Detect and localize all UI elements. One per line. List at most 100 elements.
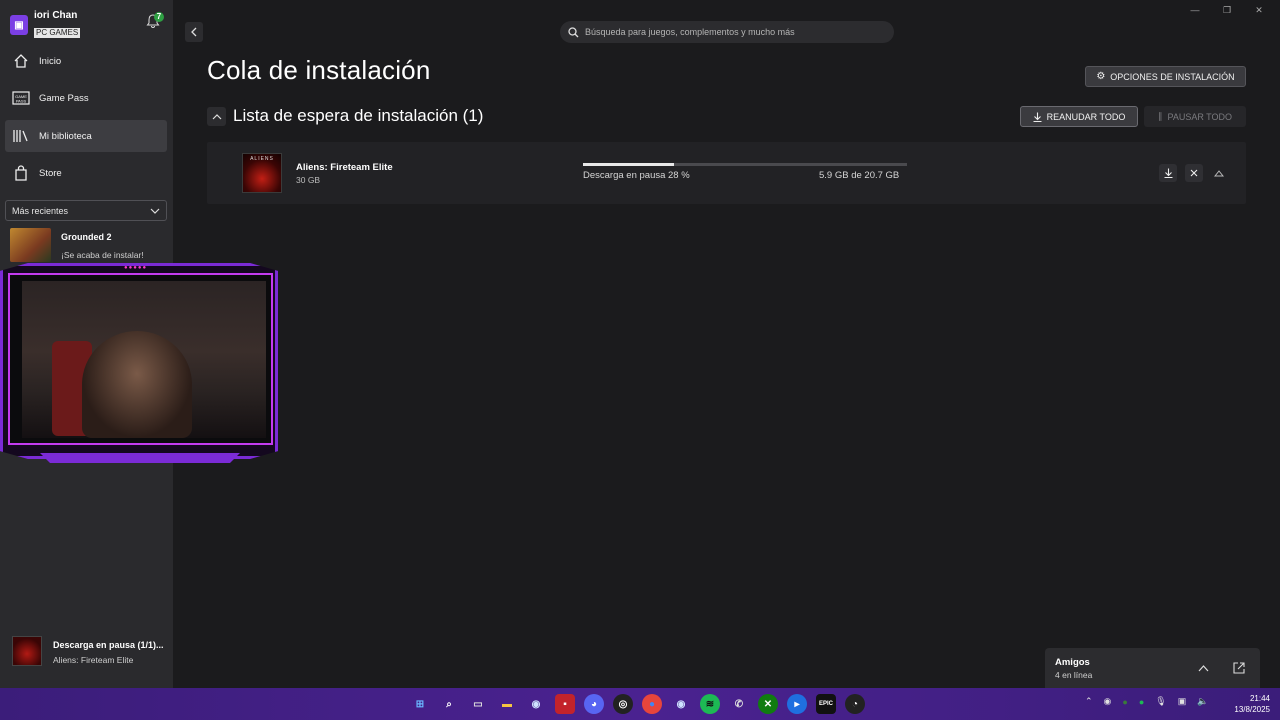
resume-all-label: REANUDAR TODO: [1046, 111, 1126, 122]
search-icon[interactable]: ⌕: [439, 694, 459, 714]
search-input[interactable]: [585, 27, 885, 37]
sort-selected-value: Más recientes: [12, 205, 69, 216]
pause-all-button[interactable]: ∥ PAUSAR TODO: [1144, 106, 1246, 127]
microphone-icon[interactable]: 🎙: [1155, 696, 1166, 707]
pop-out-icon[interactable]: [1233, 662, 1245, 674]
user-tier-badge: PC GAMES: [34, 28, 81, 38]
chevron-up-icon[interactable]: ⌃: [1085, 696, 1093, 707]
spotify-tray-icon[interactable]: ●: [1139, 697, 1144, 707]
friends-panel[interactable]: Amigos 4 en línea: [1045, 648, 1260, 688]
webcam-inner-frame: [8, 273, 273, 445]
queue-item[interactable]: ALIENS Aliens: Fireteam Elite 30 GB Desc…: [207, 142, 1246, 204]
task-view-icon[interactable]: ▭: [468, 694, 488, 714]
whatsapp-icon[interactable]: ✆: [729, 694, 749, 714]
game-thumbnail: [12, 636, 42, 666]
resume-all-button[interactable]: REANUDAR TODO: [1020, 106, 1138, 127]
sidebar-item-label: Game Pass: [39, 92, 89, 104]
library-icon: [12, 127, 30, 145]
resume-download-button[interactable]: [1159, 164, 1177, 182]
xbox-icon[interactable]: ✕: [758, 694, 778, 714]
frame-decoration: ●●●●●: [124, 265, 148, 271]
notifications-button[interactable]: 7: [146, 12, 164, 30]
game-thumbnail: [10, 228, 51, 262]
collapse-section-button[interactable]: [207, 107, 226, 126]
window-controls: — ❐ ✕: [1186, 5, 1268, 17]
obs-studio-icon[interactable]: ◔: [845, 694, 865, 714]
gamepass-icon: GAME PASS: [12, 89, 30, 107]
download-progress-fill: [583, 163, 674, 166]
download-icon: [1033, 112, 1042, 122]
obs-icon[interactable]: ◎: [613, 694, 633, 714]
download-status-title: Descarga en pausa (1/1)...: [53, 640, 164, 650]
frame-bottom-bar: [40, 453, 240, 463]
install-options-button[interactable]: ⚙ OPCIONES DE INSTALACIÓN: [1085, 66, 1246, 87]
download-icon: [1164, 168, 1172, 178]
taskbar-clock[interactable]: 21:44 13/8/2025: [1226, 693, 1270, 715]
back-button[interactable]: [185, 22, 203, 42]
steam-icon[interactable]: ◉: [526, 694, 546, 714]
webcam-overlay: ●●●●●: [0, 263, 278, 471]
sidebar-item-store[interactable]: Store: [5, 157, 167, 189]
pause-all-label: PAUSAR TODO: [1167, 111, 1233, 122]
user-name: iori Chan: [34, 10, 78, 21]
windows-taskbar: ⊞ ⌕ ▭ ▬ ◉ ▪ ◕ ◎ ● ◉ ≋ ✆ ✕ ▸ EPIC ◔ ⌃ ◉ ●…: [0, 688, 1280, 720]
spotify-icon[interactable]: ≋: [700, 694, 720, 714]
download-progress-bar: [583, 163, 907, 166]
restore-button[interactable]: ❐: [1218, 5, 1236, 17]
minimize-button[interactable]: —: [1186, 5, 1204, 17]
svg-text:PASS: PASS: [16, 99, 27, 104]
sidebar-item-game-pass[interactable]: GAME PASS Game Pass: [5, 82, 167, 114]
thumbnail-logo-text: ALIENS: [250, 156, 274, 162]
queue-item-title: Aliens: Fireteam Elite: [296, 162, 393, 173]
search-bar[interactable]: [560, 21, 894, 43]
library-sort-dropdown[interactable]: Más recientes: [5, 200, 167, 221]
sidebar-item-mi-biblioteca[interactable]: Mi biblioteca: [5, 120, 167, 152]
clock-time: 21:44: [1249, 694, 1270, 703]
user-profile[interactable]: ▣ iori Chan PC GAMES: [10, 10, 81, 40]
app-red-icon[interactable]: ▪: [555, 694, 575, 714]
recent-game-subtitle: ¡Se acaba de instalar!: [61, 250, 144, 260]
sidebar-item-label: Mi biblioteca: [39, 130, 92, 142]
store-bag-icon: [12, 164, 30, 182]
install-options-label: OPCIONES DE INSTALACIÓN: [1110, 71, 1235, 82]
chevron-left-icon: [191, 27, 197, 37]
chevron-up-icon[interactable]: [1198, 665, 1209, 672]
queue-section-title: Lista de espera de instalación (1): [233, 106, 484, 125]
network-icon[interactable]: ▣: [1178, 696, 1187, 707]
system-tray: ⌃ ◉ ● ● 🎙 ▣ 🔈: [1085, 696, 1208, 707]
triangle-up-icon: [1214, 169, 1224, 176]
download-status-subtitle: Aliens: Fireteam Elite: [53, 655, 134, 665]
windows-start-icon[interactable]: ⊞: [410, 694, 430, 714]
app-blue-icon[interactable]: ▸: [787, 694, 807, 714]
pause-icon: ∥: [1157, 111, 1163, 121]
sidebar-item-inicio[interactable]: Inicio: [5, 45, 167, 77]
volume-icon[interactable]: 🔈: [1197, 696, 1208, 707]
notification-count-badge: 7: [154, 12, 164, 22]
close-button[interactable]: ✕: [1250, 5, 1268, 17]
close-icon: [1190, 169, 1198, 177]
steam-icon[interactable]: ◉: [671, 694, 691, 714]
chrome-icon[interactable]: ●: [642, 694, 662, 714]
sidebar-item-label: Inicio: [39, 55, 62, 67]
friends-online-count: 4 en línea: [1055, 670, 1093, 680]
search-icon: [568, 26, 579, 37]
file-explorer-icon[interactable]: ▬: [497, 694, 517, 714]
recent-game-item[interactable]: Grounded 2 ¡Se acaba de instalar!: [10, 228, 144, 262]
sidebar-item-label: Store: [39, 167, 62, 179]
cancel-download-button[interactable]: [1185, 164, 1203, 182]
recent-game-title: Grounded 2: [61, 232, 112, 242]
friends-title: Amigos: [1055, 657, 1090, 668]
download-status-item[interactable]: Descarga en pausa (1/1)... Aliens: Firet…: [12, 636, 164, 666]
epic-games-icon[interactable]: EPIC: [816, 694, 836, 714]
clock-date: 13/8/2025: [1234, 705, 1270, 714]
download-status-text: Descarga en pausa 28 %: [583, 170, 690, 181]
queue-item-size: 30 GB: [296, 175, 321, 185]
steam-tray-icon[interactable]: ◉: [1104, 696, 1112, 707]
discord-icon[interactable]: ◕: [584, 694, 604, 714]
chevron-down-icon: [150, 208, 160, 214]
xbox-tray-icon[interactable]: ●: [1122, 697, 1127, 707]
taskbar-pinned-apps: ⊞ ⌕ ▭ ▬ ◉ ▪ ◕ ◎ ● ◉ ≋ ✆ ✕ ▸ EPIC ◔: [410, 694, 865, 714]
move-up-button[interactable]: [1210, 164, 1228, 182]
page-title: Cola de instalación: [207, 55, 431, 85]
game-thumbnail: ALIENS: [242, 153, 282, 193]
